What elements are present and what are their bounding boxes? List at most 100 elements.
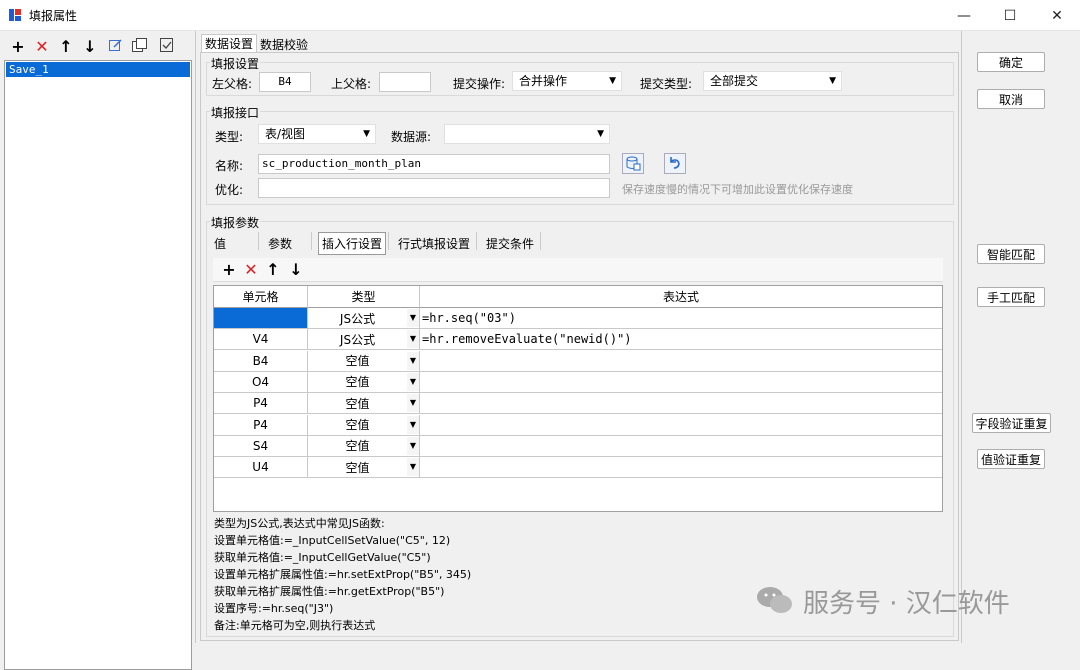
submit-type-value: 全部提交 [710, 74, 759, 88]
dropdown-arrow-icon[interactable]: ▼ [407, 415, 419, 434]
grid-cell-expression[interactable] [420, 415, 942, 436]
left-parent-label: 左父格: [212, 77, 253, 91]
optimize-label: 优化: [215, 183, 244, 197]
optimize-input[interactable] [258, 178, 610, 198]
row-up-icon[interactable]: ↑ [263, 260, 283, 279]
subtab-value[interactable]: 值 [214, 235, 226, 252]
help-line: 设置序号:=hr.seq("J3") [214, 602, 334, 615]
top-parent-input[interactable] [379, 72, 431, 92]
value-validate-duplicate-button[interactable]: 值验证重复 [977, 449, 1045, 469]
row-down-icon[interactable]: ↓ [286, 260, 306, 279]
add-row-icon[interactable]: + [219, 260, 239, 279]
grid-cell-expression[interactable] [420, 393, 942, 415]
params-toolbar [213, 258, 943, 282]
field-validate-duplicate-button[interactable]: 字段验证重复 [972, 413, 1051, 433]
column-header-type[interactable]: 类型 [308, 286, 420, 308]
cancel-button[interactable]: 取消 [977, 89, 1045, 109]
grid-cell-expression[interactable] [420, 351, 942, 372]
grid-cell-name[interactable]: P4 [214, 414, 308, 436]
action-panel [961, 31, 1080, 643]
dropdown-arrow-icon[interactable]: ▼ [407, 436, 419, 455]
grid-cell-name[interactable]: O4 [214, 371, 308, 393]
dropdown-arrow-icon: ▼ [829, 76, 836, 86]
grid-cell-expression[interactable]: =hr.removeEvaluate("newid()") [420, 329, 942, 351]
database-icon[interactable] [622, 153, 644, 174]
grid-cell-name[interactable]: P4 [214, 393, 308, 415]
subtab-params[interactable]: 参数 [268, 235, 292, 252]
help-line: 设置单元格扩展属性值:=hr.setExtProp("B5", 345) [214, 568, 472, 581]
grid-cell-type-select[interactable]: 空值 ▼ [308, 350, 420, 372]
dropdown-arrow-icon[interactable]: ▼ [407, 309, 419, 327]
move-down-icon[interactable]: ↓ [80, 37, 100, 56]
copy-icon[interactable] [131, 37, 148, 53]
grid-cell-type-value: JS公式 [339, 332, 376, 347]
grid-cell-expression[interactable]: =hr.seq("03") [420, 308, 942, 329]
subtab-row-fill-settings[interactable]: 行式填报设置 [398, 235, 470, 252]
grid-cell-type-value: 空值 [345, 460, 370, 475]
datasource-select[interactable]: ▼ [444, 124, 610, 144]
minimize-button[interactable]: — [941, 0, 987, 31]
grid-cell-name[interactable]: S4 [214, 435, 308, 457]
edit-icon[interactable] [108, 38, 123, 53]
grid-cell-expression[interactable] [420, 436, 942, 457]
tab-data-settings[interactable]: 数据设置 [201, 34, 258, 52]
submit-op-value: 合并操作 [519, 74, 568, 88]
add-icon[interactable]: + [8, 37, 28, 56]
grid-cell-type-select[interactable]: 空值 ▼ [308, 435, 420, 457]
submit-type-select[interactable]: 全部提交 ▼ [703, 71, 842, 91]
subtab-submit-conditions[interactable]: 提交条件 [486, 235, 534, 252]
submit-interface-title: 填报接口 [210, 104, 261, 121]
close-button[interactable]: ✕ [1034, 0, 1080, 31]
grid-cell-type-value: 空值 [345, 418, 370, 432]
grid-cell-type-select[interactable]: 空值 ▼ [308, 393, 420, 415]
grid-cell-expression[interactable] [420, 372, 942, 393]
delete-row-icon[interactable]: ✕ [241, 260, 261, 279]
smart-match-button[interactable]: 智能匹配 [977, 244, 1045, 264]
grid-cell-type-select[interactable]: 空值 ▼ [308, 457, 420, 479]
app-logo-icon [9, 9, 21, 21]
dropdown-arrow-icon[interactable]: ▼ [407, 351, 419, 370]
grid-cell-name[interactable] [214, 308, 308, 329]
type-label: 类型: [215, 130, 244, 144]
top-parent-label: 上父格: [331, 77, 372, 91]
undo-icon[interactable] [664, 153, 686, 174]
dropdown-arrow-icon[interactable]: ▼ [407, 458, 419, 477]
submit-type-label: 提交类型: [640, 77, 693, 91]
grid-cell-name[interactable]: B4 [214, 350, 308, 372]
name-label: 名称: [215, 159, 244, 173]
delete-icon[interactable]: ✕ [32, 37, 52, 56]
grid-cell-name[interactable]: U4 [214, 457, 308, 479]
column-header-expression[interactable]: 表达式 [420, 286, 942, 308]
save-list: Save_1 [4, 60, 192, 670]
save-list-item[interactable]: Save_1 [6, 62, 190, 77]
type-value: 表/视图 [265, 127, 306, 141]
grid-cell-type-select[interactable]: 空值 ▼ [308, 371, 420, 393]
ok-button[interactable]: 确定 [977, 52, 1045, 72]
grid-cell-type-select[interactable]: JS公式 ▼ [308, 329, 420, 351]
params-grid: 单元格 类型 表达式 JS公式 ▼ =hr.seq("03") V4 JS公式 ▼ =hr.… [213, 285, 943, 512]
column-header-cell[interactable]: 单元格 [214, 286, 308, 308]
grid-cell-expression[interactable] [420, 457, 942, 479]
dropdown-arrow-icon[interactable]: ▼ [407, 330, 419, 349]
name-input[interactable]: sc_production_month_plan [258, 154, 610, 174]
type-select[interactable]: 表/视图 ▼ [258, 124, 376, 144]
grid-cell-type-select[interactable]: JS公式 ▼ [308, 308, 420, 329]
check-icon[interactable] [159, 37, 175, 53]
dropdown-arrow-icon[interactable]: ▼ [407, 394, 419, 413]
grid-cell-type-select[interactable]: 空值 ▼ [308, 414, 420, 436]
grid-cell-type-value: 空值 [345, 396, 370, 411]
left-parent-input[interactable]: B4 [259, 72, 311, 92]
dropdown-arrow-icon: ▼ [363, 129, 370, 139]
submit-op-select[interactable]: 合并操作 ▼ [512, 71, 622, 91]
move-up-icon[interactable]: ↑ [56, 37, 76, 56]
tab-divider [311, 232, 312, 250]
manual-match-button[interactable]: 手工匹配 [977, 287, 1045, 307]
tab-divider [388, 232, 389, 250]
dropdown-arrow-icon: ▼ [609, 76, 616, 86]
grid-cell-name[interactable]: V4 [214, 329, 308, 351]
subtab-insert-row-settings[interactable]: 插入行设置 [318, 232, 387, 255]
datasource-label: 数据源: [391, 130, 432, 144]
help-line: 类型为JS公式,表达式中常见JS函数: [214, 517, 385, 530]
maximize-button[interactable]: ☐ [987, 0, 1033, 31]
dropdown-arrow-icon[interactable]: ▼ [407, 372, 419, 391]
